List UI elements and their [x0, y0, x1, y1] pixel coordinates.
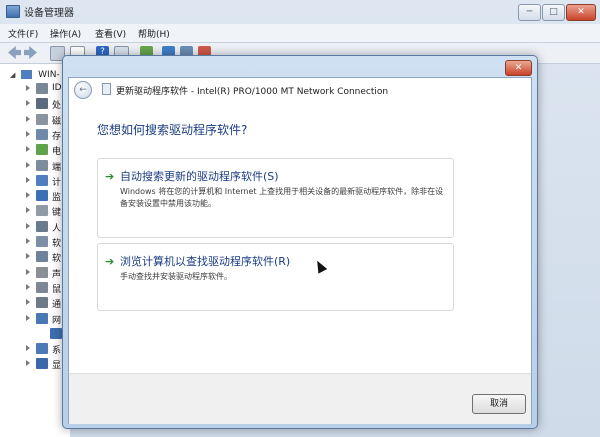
expand-icon[interactable] — [26, 115, 30, 122]
expand-icon[interactable] — [26, 222, 30, 229]
tree-item-label: 通 — [52, 300, 62, 311]
device-manager-titlebar: 设备管理器 ─ □ ✕ — [0, 0, 600, 22]
device-manager-title: 设备管理器 — [24, 8, 74, 19]
auto-search-heading: 自动搜索更新的驱动程序软件(S) — [120, 170, 279, 183]
power-battery-icon — [36, 144, 48, 156]
auto-search-option[interactable]: ➔ 自动搜索更新的驱动程序软件(S) Windows 将在您的计算机和 Inte… — [97, 158, 454, 238]
tree-root[interactable]: ◢ WIN- — [10, 70, 60, 80]
tree-item-label: 键 — [52, 208, 62, 219]
tree-item-label: 端 — [52, 162, 62, 173]
network-card-icon — [50, 327, 62, 339]
usb-controller-icon — [36, 297, 48, 309]
menu-view[interactable]: 查看(V) — [95, 27, 126, 40]
menu-action[interactable]: 操作(A) — [50, 27, 81, 40]
disk-drive-icon — [36, 113, 48, 125]
browse-computer-heading: 浏览计算机以查找驱动程序软件(R) — [120, 255, 291, 268]
computer-icon — [21, 70, 33, 79]
processor-icon — [36, 98, 48, 110]
tree-item-label: 软 — [52, 239, 62, 249]
dialog-client-area: ← 更新驱动程序软件 - Intel(R) PRO/1000 MT Networ… — [68, 77, 532, 424]
ide-controller-icon — [36, 83, 48, 94]
browse-computer-description: 手动查找并安装驱动程序软件。 — [120, 272, 232, 281]
dialog-title: 更新驱动程序软件 - Intel(R) PRO/1000 MT Network … — [116, 87, 389, 97]
close-window-button[interactable]: ✕ — [566, 4, 596, 21]
green-arrow-icon: ➔ — [105, 170, 115, 183]
expand-icon[interactable] — [26, 192, 30, 199]
expand-icon[interactable] — [26, 146, 30, 153]
tree-item-label: 人 — [52, 223, 62, 234]
tree-item-label: 系 — [52, 346, 62, 357]
tree-item-label: 电 — [52, 147, 62, 158]
expand-icon[interactable] — [26, 100, 30, 107]
dialog-question: 您想如何搜索驱动程序软件? — [97, 123, 248, 137]
green-arrow-icon: ➔ — [105, 255, 115, 268]
network-adapter-icon — [36, 312, 48, 324]
menu-help[interactable]: 帮助(H) — [138, 27, 170, 40]
tree-item-label: 鼠 — [52, 284, 62, 295]
expand-icon[interactable] — [26, 130, 30, 137]
dialog-footer: 取消 — [69, 373, 531, 424]
tree-item-label: ID — [52, 83, 62, 93]
software-device-icon — [36, 236, 48, 247]
expand-icon[interactable] — [26, 253, 30, 260]
collapse-icon[interactable]: ◢ — [10, 71, 15, 79]
device-manager-icon — [6, 5, 20, 18]
tree-item-label: 处 — [52, 101, 62, 112]
system-device-icon — [36, 343, 48, 355]
browse-computer-option[interactable]: ➔ 浏览计算机以查找驱动程序软件(R) 手动查找并安装驱动程序软件。 — [97, 243, 454, 311]
human-interface-icon — [36, 220, 48, 232]
update-driver-dialog: ✕ ← 更新驱动程序软件 - Intel(R) PRO/1000 MT Netw… — [62, 55, 538, 429]
tree-item-label: 计 — [52, 177, 62, 188]
menu-file[interactable]: 文件(F) — [8, 27, 38, 40]
tree-item-label: 磁 — [52, 116, 62, 127]
minimize-button[interactable]: ─ — [518, 4, 541, 21]
maximize-button[interactable]: □ — [542, 4, 565, 21]
sound-icon — [36, 266, 48, 278]
tree-root-label: WIN- — [38, 70, 60, 80]
expand-icon[interactable] — [26, 161, 30, 168]
device-tree: ◢ WIN- ID 处磁存电端计监键人软软声鼠通网系显 — [0, 64, 70, 437]
tree-item-label: 网 — [52, 315, 62, 326]
dialog-content: ← 更新驱动程序软件 - Intel(R) PRO/1000 MT Networ… — [69, 78, 531, 373]
mouse-icon — [36, 281, 48, 293]
tree-item-label: 显 — [52, 361, 62, 372]
menu-bar: 文件(F) 操作(A) 查看(V) 帮助(H) — [0, 24, 600, 43]
keyboard-icon — [36, 205, 48, 217]
expand-icon[interactable] — [26, 207, 30, 214]
tree-item-label: 声 — [52, 269, 62, 280]
monitor-icon — [36, 190, 48, 202]
storage-controller-icon — [36, 128, 48, 140]
tree-item-label: 存 — [52, 131, 62, 142]
tree-item-label: 监 — [52, 193, 62, 204]
back-arrow-icon[interactable] — [8, 46, 21, 59]
expand-icon[interactable] — [26, 85, 30, 91]
expand-icon[interactable] — [26, 176, 30, 183]
computer-icon — [36, 174, 48, 186]
expand-icon[interactable] — [26, 314, 30, 321]
driver-document-icon — [102, 83, 111, 95]
expand-icon[interactable] — [26, 345, 30, 352]
cancel-button[interactable]: 取消 — [472, 394, 526, 414]
display-adapter-icon — [36, 358, 48, 370]
software-component-icon — [36, 251, 48, 263]
expand-icon[interactable] — [26, 360, 30, 367]
expand-icon[interactable] — [26, 268, 30, 275]
auto-search-description: Windows 将在您的计算机和 Internet 上查找用于相关设备的最新驱动… — [120, 187, 444, 208]
dialog-close-button[interactable]: ✕ — [505, 60, 532, 76]
port-icon — [36, 159, 48, 171]
forward-arrow-icon[interactable] — [24, 46, 37, 59]
expand-icon[interactable] — [26, 238, 30, 244]
expand-icon[interactable] — [26, 299, 30, 306]
expand-icon[interactable] — [26, 283, 30, 290]
back-arrow-icon[interactable]: ← — [74, 81, 92, 99]
tree-item-label: 软 — [52, 254, 62, 265]
